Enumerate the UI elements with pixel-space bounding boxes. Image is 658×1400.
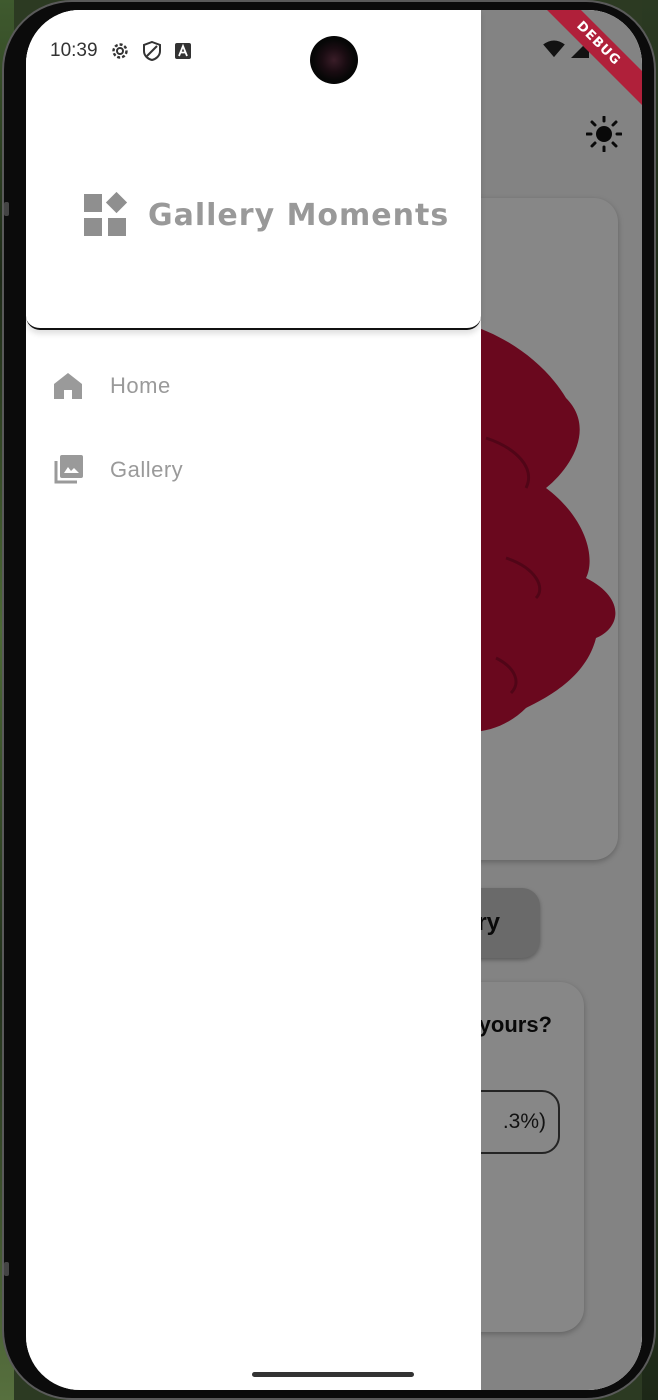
keyboard-a-icon bbox=[174, 43, 191, 59]
drawer-item-gallery[interactable]: Gallery bbox=[26, 428, 481, 512]
drawer-item-label: Gallery bbox=[110, 457, 184, 482]
phone-side-button bbox=[4, 1262, 9, 1276]
debug-banner: DEBUG bbox=[522, 10, 642, 130]
drawer-brand: Gallery Moments bbox=[82, 192, 449, 238]
home-icon bbox=[52, 370, 84, 402]
widgets-icon bbox=[84, 192, 128, 236]
phone-side-button bbox=[4, 202, 9, 216]
status-time: 10:39 bbox=[50, 40, 98, 61]
screen: ry yours? .3%) DEBUG 10:39 Gallery Momen… bbox=[26, 10, 642, 1390]
photo-library-icon bbox=[52, 454, 84, 486]
front-camera bbox=[310, 36, 358, 84]
navigation-drawer: 10:39 Gallery Moments Home Gallery bbox=[26, 10, 481, 1390]
home-indicator[interactable] bbox=[252, 1372, 414, 1377]
drawer-nav: Home Gallery bbox=[26, 344, 481, 512]
drawer-item-label: Home bbox=[110, 373, 171, 398]
drawer-item-home[interactable]: Home bbox=[26, 344, 481, 428]
drawer-header: 10:39 Gallery Moments bbox=[26, 10, 481, 330]
drawer-title: Gallery Moments bbox=[148, 197, 450, 233]
gear-icon bbox=[111, 43, 128, 59]
debug-banner-label: DEBUG bbox=[532, 10, 642, 110]
status-bar-left: 10:39 bbox=[50, 40, 192, 62]
shield-icon bbox=[142, 41, 161, 61]
